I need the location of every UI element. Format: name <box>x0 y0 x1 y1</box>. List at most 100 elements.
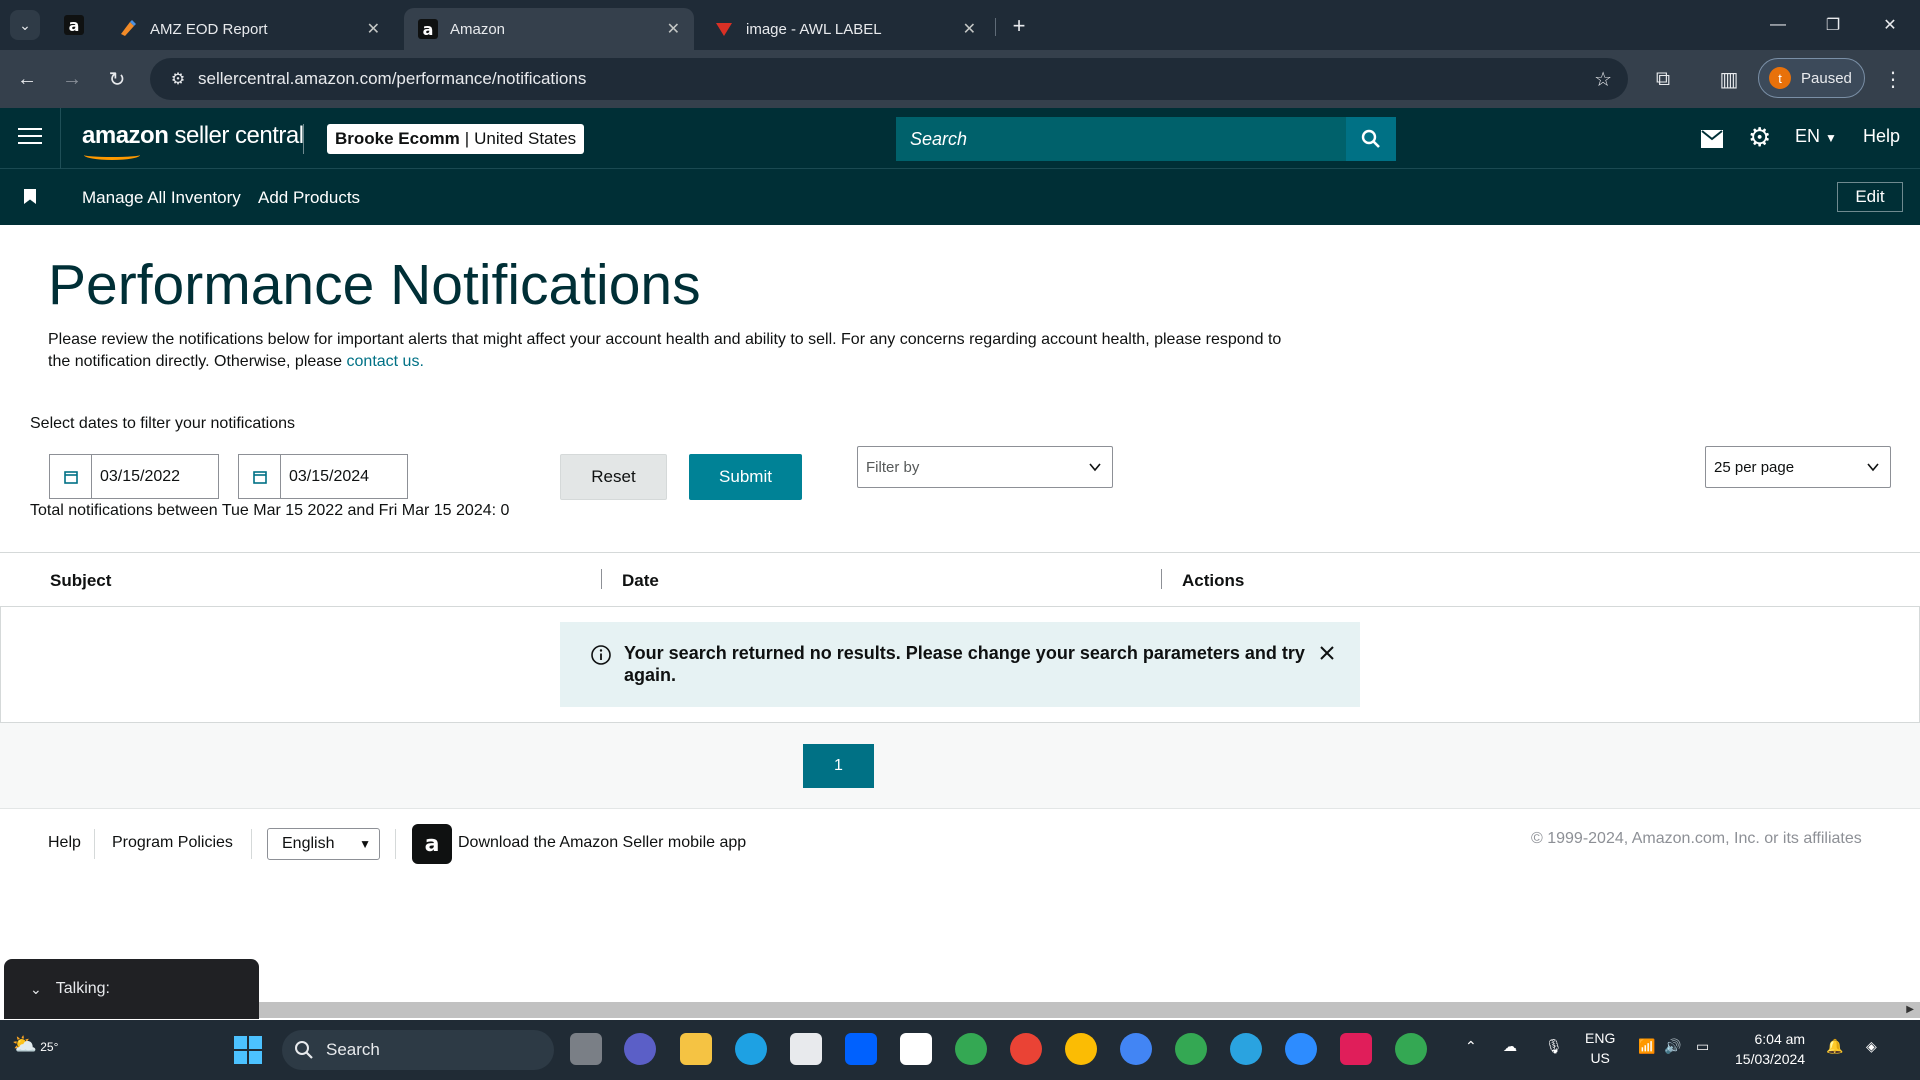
caret-down-icon: ▼ <box>1825 131 1837 145</box>
chrome-icon[interactable] <box>1120 1033 1152 1065</box>
tab-search-button[interactable]: ⌄ <box>10 10 40 40</box>
tab-pinned-amazon[interactable]: a <box>60 13 88 37</box>
address-bar[interactable]: ⚙ sellercentral.amazon.com/performance/n… <box>150 58 1628 100</box>
side-panel-button[interactable]: ▥ <box>1714 64 1744 94</box>
input-language[interactable]: ENG US <box>1585 1028 1615 1068</box>
program-policies-link[interactable]: Program Policies <box>112 834 233 852</box>
page-1-button[interactable]: 1 <box>803 744 874 788</box>
edit-button[interactable]: Edit <box>1837 182 1903 212</box>
battery-icon[interactable]: ▭ <box>1696 1038 1709 1055</box>
per-page-select[interactable]: 25 per page <box>1705 446 1891 488</box>
amazon-app-icon[interactable] <box>900 1033 932 1065</box>
filter-by-select[interactable]: Filter by <box>857 446 1113 488</box>
copyright: © 1999-2024, Amazon.com, Inc. or its aff… <box>1531 830 1862 847</box>
submit-button[interactable]: Submit <box>689 454 802 500</box>
date-from-field[interactable]: 03/15/2022 <box>49 454 219 499</box>
arrow-right-icon: → <box>62 67 82 90</box>
tab-image-awl-label[interactable]: image - AWL LABEL ✕ <box>700 8 990 50</box>
side-panel-icon: ▥ <box>1719 68 1739 91</box>
gear-icon[interactable]: ⚙ <box>1748 122 1771 153</box>
contact-us-link[interactable]: contact us. <box>347 353 424 370</box>
horizontal-scrollbar[interactable]: ▶ <box>259 1002 1920 1018</box>
profile-button[interactable]: t Paused <box>1758 58 1865 98</box>
close-icon[interactable]: ✕ <box>667 19 680 39</box>
slack-icon[interactable] <box>1340 1033 1372 1065</box>
column-date: Date <box>622 571 659 590</box>
chrome-icon[interactable] <box>955 1033 987 1065</box>
back-button[interactable]: ← <box>12 64 42 94</box>
zoom-icon[interactable] <box>1285 1033 1317 1065</box>
column-divider <box>601 569 602 589</box>
edge-icon[interactable] <box>735 1033 767 1065</box>
calendar-icon[interactable] <box>50 455 92 498</box>
star-icon[interactable]: ☆ <box>1594 67 1612 92</box>
close-icon[interactable]: ✕ <box>963 19 976 39</box>
start-button[interactable] <box>234 1036 262 1064</box>
close-icon[interactable] <box>1318 644 1336 662</box>
account-switcher[interactable]: Brooke Ecomm | United States <box>327 124 585 154</box>
bell-icon[interactable]: 🔔 <box>1826 1038 1843 1055</box>
language-selector[interactable]: EN ▼ <box>1795 126 1837 147</box>
taskbar-search[interactable]: Search <box>282 1030 554 1070</box>
meet-icon[interactable] <box>624 1033 656 1065</box>
forward-button[interactable]: → <box>57 64 87 94</box>
reset-button[interactable]: Reset <box>560 454 667 500</box>
close-icon[interactable]: ✕ <box>367 19 380 39</box>
new-tab-button[interactable]: + <box>1005 12 1033 40</box>
weather-widget[interactable]: ⛅ 25° <box>12 1032 58 1057</box>
help-link[interactable]: Help <box>1863 126 1900 147</box>
chrome-icon[interactable] <box>1175 1033 1207 1065</box>
scroll-right-icon[interactable]: ▶ <box>1906 1004 1914 1015</box>
task-view-icon[interactable] <box>570 1033 602 1065</box>
hamburger-menu-icon[interactable] <box>18 128 42 148</box>
calendar-icon[interactable] <box>239 455 281 498</box>
date-to-field[interactable]: 03/15/2024 <box>238 454 408 499</box>
chrome-icon[interactable] <box>1065 1033 1097 1065</box>
avatar: t <box>1769 67 1791 89</box>
file-explorer-icon[interactable] <box>680 1033 712 1065</box>
extensions-button[interactable]: ⧉ <box>1648 64 1678 94</box>
microphone-icon[interactable]: 🎙 <box>1545 1038 1563 1055</box>
download-app-link[interactable]: Download the Amazon Seller mobile app <box>458 834 746 852</box>
chrome-icon[interactable] <box>1010 1033 1042 1065</box>
nav-add-products[interactable]: Add Products <box>258 188 360 208</box>
footer-divider <box>94 829 95 859</box>
taskbar-clock[interactable]: 6:04 am 15/03/2024 <box>1735 1029 1805 1069</box>
copilot-icon[interactable]: ◈ <box>1866 1038 1877 1055</box>
cloud-icon[interactable]: ☁ <box>1503 1038 1517 1055</box>
restore-button[interactable]: ❐ <box>1813 10 1853 40</box>
chevron-down-icon: ▼ <box>359 837 371 851</box>
volume-icon[interactable]: 🔊 <box>1664 1038 1681 1055</box>
column-divider <box>1161 569 1162 589</box>
seller-central-header: amazon seller central Brooke Ecomm | Unite… <box>0 108 1920 169</box>
browser-menu-button[interactable]: ⋮ <box>1878 64 1908 94</box>
tab-amazon[interactable]: a Amazon ✕ <box>404 8 694 50</box>
search-button[interactable] <box>1346 117 1396 161</box>
site-settings-icon[interactable]: ⚙ <box>158 69 198 89</box>
dropbox-icon[interactable] <box>845 1033 877 1065</box>
profile-status: Paused <box>1801 69 1852 87</box>
chevron-up-icon[interactable]: ⌃ <box>1465 1038 1477 1055</box>
nav-manage-all-inventory[interactable]: Manage All Inventory <box>82 188 241 208</box>
store-icon[interactable] <box>790 1033 822 1065</box>
amazon-smile-icon <box>84 150 140 160</box>
footer-help-link[interactable]: Help <box>48 834 81 852</box>
tab-amz-eod-report[interactable]: AMZ EOD Report ✕ <box>104 8 394 50</box>
close-window-button[interactable]: ✕ <box>1870 10 1910 40</box>
chevron-down-icon[interactable]: ⌄ <box>30 981 42 998</box>
header-divider <box>303 124 304 154</box>
talking-panel[interactable]: ⌄ Talking: <box>4 959 259 1019</box>
chevron-down-icon <box>1089 463 1101 472</box>
arrow-left-icon: ← <box>17 67 37 90</box>
minimize-button[interactable]: — <box>1758 10 1798 40</box>
telegram-icon[interactable] <box>1230 1033 1262 1065</box>
reload-button[interactable]: ↻ <box>102 64 132 94</box>
footer-language-select[interactable]: English ▼ <box>267 828 380 860</box>
search-input[interactable]: Search <box>896 117 1346 161</box>
chrome-icon[interactable] <box>1395 1033 1427 1065</box>
bookmark-icon[interactable] <box>24 189 36 204</box>
mail-icon[interactable] <box>1701 128 1723 154</box>
seller-central-logo[interactable]: amazon seller central <box>82 122 304 160</box>
wifi-icon[interactable]: 📶 <box>1638 1038 1655 1055</box>
seller-app-icon[interactable]: a <box>412 824 452 864</box>
